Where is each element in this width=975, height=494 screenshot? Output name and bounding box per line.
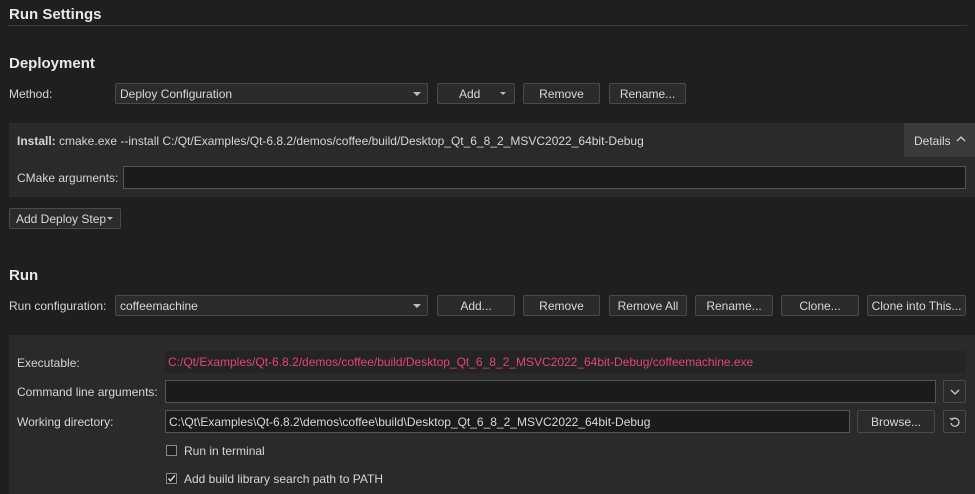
run-config-label: Run configuration:: [9, 299, 107, 313]
run-add-button[interactable]: Add...: [437, 295, 515, 316]
executable-value: C:/Qt/Examples/Qt-6.8.2/demos/coffee/bui…: [165, 351, 966, 373]
deploy-remove-button[interactable]: Remove: [523, 83, 600, 104]
cmake-args-label: CMake arguments:: [17, 171, 119, 185]
deploy-rename-button[interactable]: Rename...: [609, 83, 686, 104]
chevron-down-icon: [950, 389, 959, 395]
cmd-args-input[interactable]: [165, 380, 936, 403]
page-title: Run Settings: [9, 6, 102, 23]
method-label: Method:: [9, 87, 53, 101]
add-lib-path-label: Add build library search path to PATH: [184, 472, 383, 486]
chevron-down-icon: [413, 304, 421, 308]
cmake-args-input[interactable]: [123, 166, 966, 189]
reset-workdir-button[interactable]: [943, 410, 966, 433]
run-remove-button[interactable]: Remove: [523, 295, 600, 316]
run-clone-into-button[interactable]: Clone into This...: [867, 295, 966, 316]
executable-path: C:/Qt/Examples/Qt-6.8.2/demos/coffee/bui…: [168, 355, 754, 369]
reset-icon: [949, 416, 960, 427]
add-lib-path-checkbox[interactable]: [166, 473, 177, 484]
install-label: Install:: [17, 134, 56, 148]
run-in-terminal-label: Run in terminal: [184, 444, 265, 458]
deployment-heading: Deployment: [9, 55, 95, 72]
add-deploy-step-label: Add Deploy Step: [16, 211, 107, 226]
checkmark-icon: [167, 475, 176, 482]
run-config-value: coffeemachine: [120, 298, 198, 313]
run-remove-all-button[interactable]: Remove All: [609, 295, 687, 316]
executable-label: Executable:: [17, 356, 80, 370]
browse-button[interactable]: Browse...: [857, 410, 935, 433]
add-deploy-step-button[interactable]: Add Deploy Step: [9, 208, 121, 229]
details-label: Details: [914, 134, 951, 148]
deploy-method-combo[interactable]: Deploy Configuration: [115, 83, 428, 104]
deploy-add-button[interactable]: Add: [437, 83, 515, 104]
workdir-label: Working directory:: [17, 415, 114, 429]
cmd-args-label: Command line arguments:: [17, 385, 158, 399]
dropdown-arrow-icon: [500, 92, 506, 95]
details-toggle[interactable]: Details: [904, 123, 975, 157]
chevron-up-icon: [956, 136, 966, 142]
deploy-method-value: Deploy Configuration: [120, 86, 233, 101]
run-config-combo[interactable]: coffeemachine: [115, 295, 428, 316]
run-rename-button[interactable]: Rename...: [695, 295, 773, 316]
run-clone-button[interactable]: Clone...: [781, 295, 859, 316]
deploy-add-label: Add: [459, 86, 481, 101]
cmd-args-expand-button[interactable]: [943, 380, 966, 403]
install-step-summary: Install: cmake.exe --install C:/Qt/Examp…: [17, 134, 644, 148]
install-command: cmake.exe --install C:/Qt/Examples/Qt-6.…: [59, 134, 644, 148]
header-divider: [8, 25, 967, 26]
dropdown-arrow-icon: [107, 217, 113, 220]
chevron-down-icon: [413, 92, 421, 96]
workdir-input[interactable]: C:\Qt\Examples\Qt-6.8.2\demos\coffee\bui…: [165, 410, 850, 433]
run-heading: Run: [9, 267, 39, 284]
run-in-terminal-checkbox[interactable]: [166, 445, 177, 456]
